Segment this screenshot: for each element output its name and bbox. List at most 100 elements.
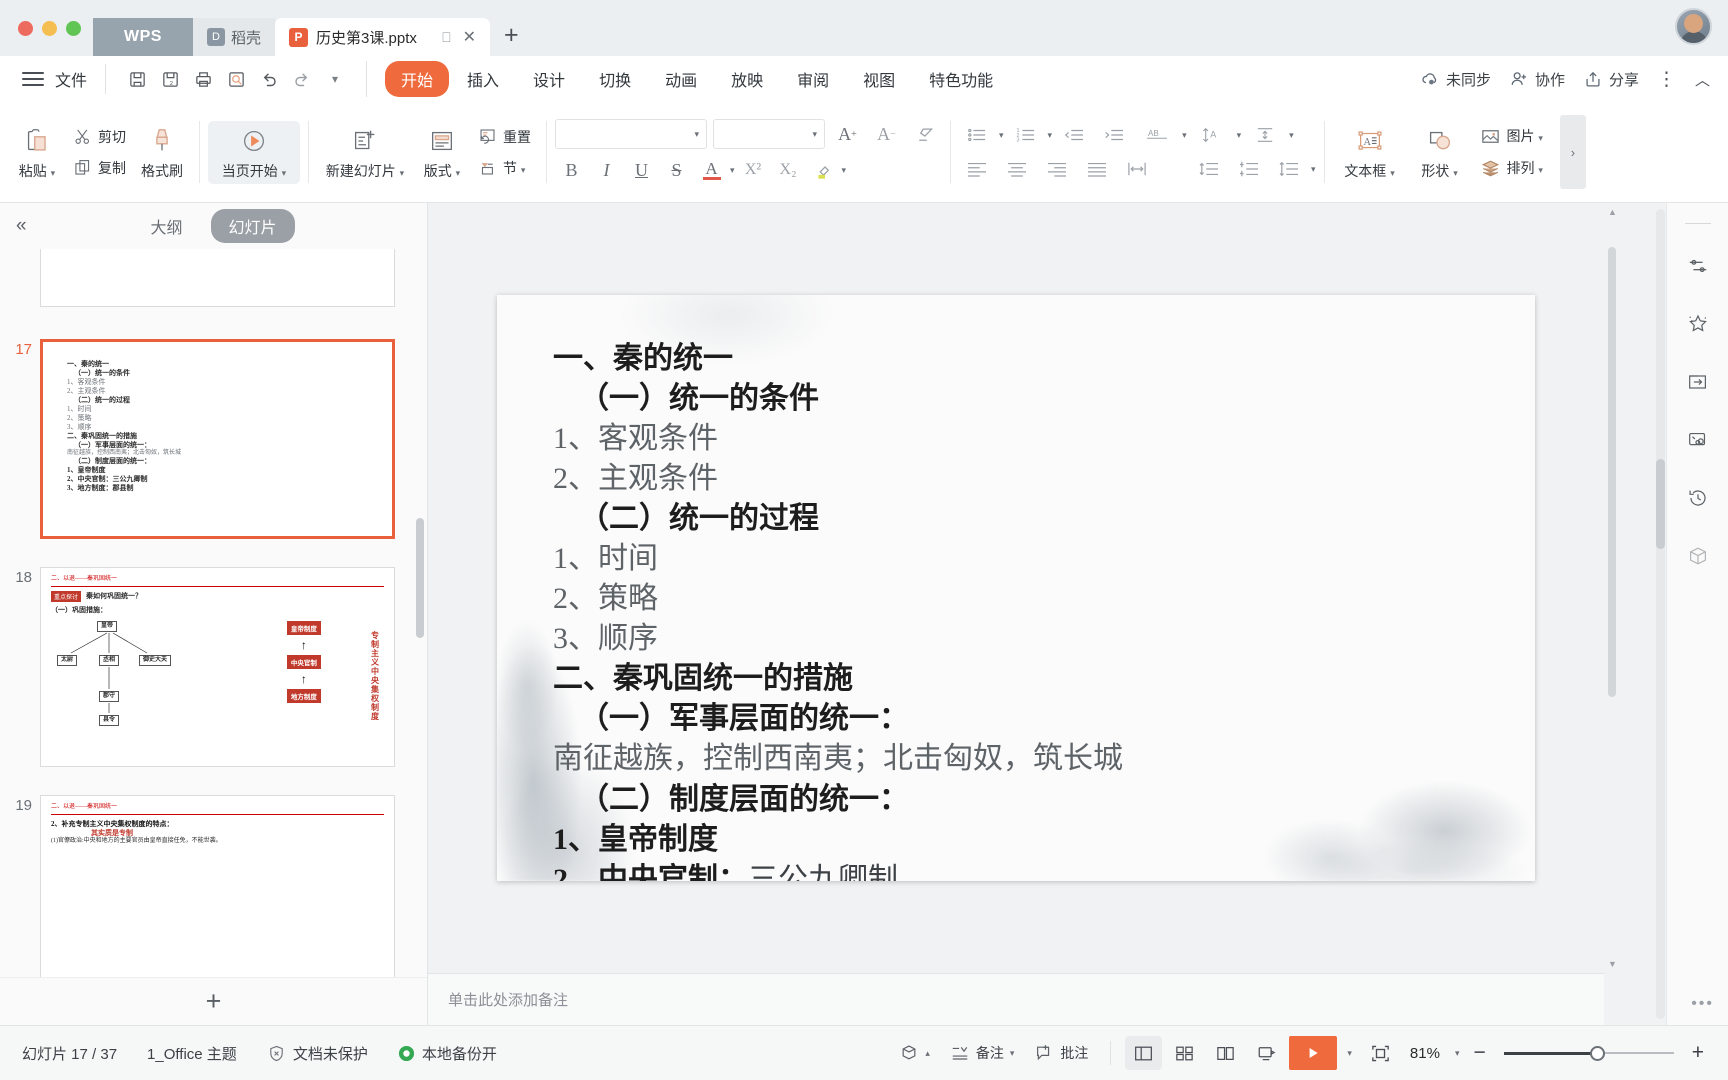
tab-slides[interactable]: 幻灯片 (210, 209, 295, 243)
textbox-button[interactable]: A 文本框 ▾ (1333, 121, 1407, 184)
list-item[interactable]: 17 一、秦的统一 （一）统一的条件 1、客观条件 2、主观条件 （二）统一的过… (0, 333, 427, 545)
print-icon[interactable] (188, 64, 218, 94)
list-item[interactable]: 18 二、以退——秦巩固统一 重点探讨 秦如何巩固统一？ （一）巩固措施： 皇帝… (0, 561, 427, 773)
align-text-icon[interactable]: A (1191, 120, 1233, 150)
slide-thumbnail-list[interactable]: 16 （一）巩固措施： 2、制度层面的统一： （1）皇帝制度 特点：皇帝独尊、皇… (0, 249, 427, 977)
zoom-out-button[interactable]: − (1467, 1041, 1491, 1065)
rail-scrollbar[interactable] (1655, 209, 1666, 1019)
scroll-down-arrow-icon[interactable]: ▼ (1608, 959, 1617, 969)
normal-view-button[interactable] (1125, 1036, 1163, 1070)
tab-slideshow[interactable]: 放映 (715, 61, 779, 97)
fit-to-window-button[interactable] (1362, 1036, 1399, 1070)
close-window-button[interactable] (18, 21, 33, 36)
new-tab-button[interactable]: + (490, 21, 533, 56)
notes-toggle-button[interactable]: 备注 ▾ (942, 1036, 1023, 1070)
increase-indent-icon[interactable] (1096, 120, 1132, 150)
paste-button[interactable]: 粘贴 ▾ (8, 121, 66, 184)
reset-button[interactable]: 重置 (471, 124, 538, 150)
subscript-button[interactable]: X₂ (772, 154, 805, 186)
section-button[interactable]: 节 ▾ (471, 155, 538, 181)
slide-thumbnail[interactable]: 二、以退——秦巩固统一 2、补充专制主义中央集权制度的特点： 其实质是专制 (1… (40, 795, 395, 977)
start-slideshow-button[interactable] (1289, 1036, 1338, 1070)
distribute-icon[interactable] (1119, 154, 1155, 184)
minimize-window-button[interactable] (42, 21, 57, 36)
slideshow-caret-icon[interactable]: ▾ (1341, 1048, 1358, 1059)
arrange-button[interactable]: 排列 ▾ (1473, 155, 1550, 182)
package-icon[interactable] (1682, 540, 1714, 572)
package-caret-icon[interactable]: ▴ (925, 1048, 930, 1059)
current-slide[interactable]: 一、秦的统一 （一）统一的条件 1、客观条件 2、主观条件 （二）统一的过程 1… (497, 295, 1535, 881)
numbering-caret-icon[interactable]: ▾ (1048, 130, 1053, 141)
navigator-scroll-thumb[interactable] (416, 518, 424, 638)
superscript-button[interactable]: X² (737, 154, 770, 186)
shape-button[interactable]: 形状 ▾ (1407, 121, 1473, 184)
line-spacing-group-icon[interactable] (1245, 120, 1285, 150)
tab-design[interactable]: 设计 (517, 61, 581, 97)
layout-button[interactable]: 版式 ▾ (413, 121, 471, 184)
local-backup-status[interactable]: 本地备份开 (398, 1043, 497, 1064)
slide-sorter-button[interactable] (1166, 1036, 1203, 1070)
save-icon[interactable] (122, 64, 152, 94)
menu-file-button[interactable]: 文件 (55, 67, 87, 91)
close-tab-icon[interactable]: ✕ (461, 27, 478, 47)
slide-counter[interactable]: 幻灯片 17 / 37 (22, 1043, 117, 1064)
tab-animation[interactable]: 动画 (649, 61, 713, 97)
slide-duplicate-icon[interactable] (1682, 366, 1714, 398)
document-protection-status[interactable]: 文档未保护 (267, 1043, 368, 1064)
redo-icon[interactable] (287, 64, 317, 94)
rail-scroll-track[interactable] (1656, 209, 1665, 1019)
font-color-caret-icon[interactable]: ▾ (730, 165, 735, 176)
share-button[interactable]: 分享 (1583, 69, 1639, 90)
zoom-level-value[interactable]: 81% (1403, 1045, 1447, 1062)
maximize-window-button[interactable] (66, 21, 81, 36)
align-right-icon[interactable] (1039, 154, 1075, 184)
editor-scrollbar[interactable]: ▲ ▼ (1606, 207, 1618, 969)
rail-scroll-thumb[interactable] (1656, 459, 1665, 549)
notes-caret-icon[interactable]: ▾ (1010, 1048, 1015, 1059)
wps-home-button[interactable]: WPS (93, 18, 193, 56)
line-spacing-icon[interactable] (1191, 154, 1227, 184)
ribbon-expand-arrow-icon[interactable]: › (1559, 115, 1586, 189)
zoom-caret-icon[interactable]: ▾ (1451, 1048, 1464, 1059)
clear-format-icon[interactable] (909, 118, 942, 150)
sync-status-button[interactable]: 未同步 (1420, 69, 1491, 90)
notes-pane[interactable]: 单击此处添加备注 (428, 973, 1604, 1025)
slide-thumbnail[interactable]: （一）巩固措施： 2、制度层面的统一： （1）皇帝制度 特点：皇帝独尊、皇位世袭… (40, 249, 395, 307)
cut-button[interactable]: 剪切 (66, 124, 133, 150)
bullet-list-icon[interactable] (959, 120, 995, 150)
line-height-icon[interactable] (1271, 154, 1307, 184)
avatar-wrap[interactable] (1675, 8, 1712, 45)
list-item[interactable]: 16 （一）巩固措施： 2、制度层面的统一： （1）皇帝制度 特点：皇帝独尊、皇… (0, 249, 427, 313)
presenter-view-button[interactable] (1248, 1036, 1285, 1070)
text-direction-caret-icon[interactable]: ▾ (1182, 130, 1187, 141)
history-icon[interactable] (1682, 482, 1714, 514)
theme-name[interactable]: 1_Office 主题 (147, 1043, 237, 1064)
new-slide-button[interactable]: 新建幻灯片 ▾ (317, 121, 413, 184)
magic-star-icon[interactable] (1682, 308, 1714, 340)
tab-outline[interactable]: 大纲 (132, 209, 200, 243)
tab-start[interactable]: 开始 (385, 61, 450, 97)
highlight-caret-icon[interactable]: ▾ (842, 165, 847, 176)
italic-button[interactable]: I (590, 154, 623, 186)
font-color-button[interactable]: A (695, 154, 728, 186)
picture-button[interactable]: 图片 ▾ (1473, 123, 1550, 150)
tab-transition[interactable]: 切换 (583, 61, 647, 97)
bullet-caret-icon[interactable]: ▾ (999, 130, 1004, 141)
tab-view[interactable]: 视图 (847, 61, 911, 97)
undo-icon[interactable] (254, 64, 284, 94)
shrink-font-icon[interactable]: A − (870, 118, 903, 150)
customize-caret-icon[interactable]: ▾ (320, 64, 350, 94)
numbered-list-icon[interactable]: 1 2 3 (1008, 120, 1044, 150)
strikethrough-button[interactable]: S (660, 154, 693, 186)
scroll-up-arrow-icon[interactable]: ▲ (1608, 207, 1617, 217)
tab-review[interactable]: 审阅 (781, 61, 845, 97)
comment-button[interactable]: 批注 (1026, 1036, 1096, 1070)
grow-font-icon[interactable]: A + (831, 118, 864, 150)
line-spacing-caret-icon[interactable]: ▾ (1289, 130, 1294, 141)
navigator-scrollbar[interactable] (415, 253, 425, 973)
line-height-caret-icon[interactable]: ▾ (1311, 164, 1316, 175)
tab-special-features[interactable]: 特色功能 (913, 61, 1009, 97)
slide-thumbnail-selected[interactable]: 一、秦的统一 （一）统一的条件 1、客观条件 2、主观条件 （二）统一的过程 1… (40, 339, 395, 539)
font-family-select[interactable]: ▾ (555, 119, 707, 149)
start-from-current-button[interactable]: 当页开始 ▾ (208, 120, 300, 184)
